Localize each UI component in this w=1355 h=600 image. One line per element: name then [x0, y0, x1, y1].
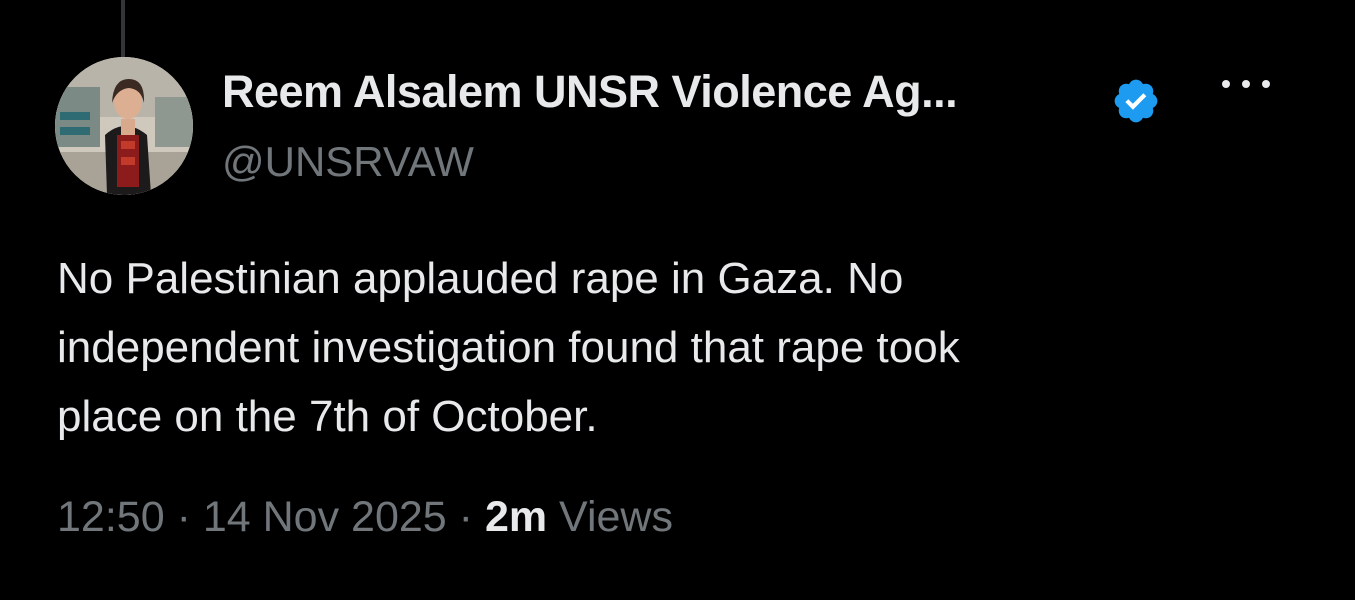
- more-options-icon: [1222, 80, 1230, 88]
- author-display-name[interactable]: Reem Alsalem UNSR Violence Ag...: [222, 66, 958, 118]
- tweet-text-line: No Palestinian applauded rape in Gaza. N…: [57, 254, 904, 303]
- meta-separator: ·: [176, 493, 191, 541]
- tweet-meta: 12:50 · 14 Nov 2025 · 2m Views: [57, 493, 673, 542]
- avatar-photo: [55, 57, 193, 195]
- more-options-button[interactable]: [1222, 64, 1270, 104]
- tweet-text-line: independent investigation found that rap…: [57, 323, 960, 372]
- tweet-text: No Palestinian applauded rape in Gaza. N…: [57, 244, 1257, 451]
- thread-connector-line: [121, 0, 125, 58]
- author-handle[interactable]: @UNSRVAW: [222, 138, 474, 186]
- verified-badge-icon[interactable]: [1111, 76, 1161, 126]
- more-options-icon: [1242, 80, 1250, 88]
- views-label[interactable]: Views: [559, 493, 673, 541]
- meta-separator: ·: [458, 493, 473, 541]
- avatar[interactable]: [55, 57, 193, 195]
- tweet-date[interactable]: 14 Nov 2025: [203, 493, 447, 541]
- more-options-icon: [1262, 80, 1270, 88]
- tweet-text-line: place on the 7th of October.: [57, 392, 598, 441]
- views-count[interactable]: 2m: [485, 493, 547, 541]
- tweet-time[interactable]: 12:50: [57, 493, 165, 541]
